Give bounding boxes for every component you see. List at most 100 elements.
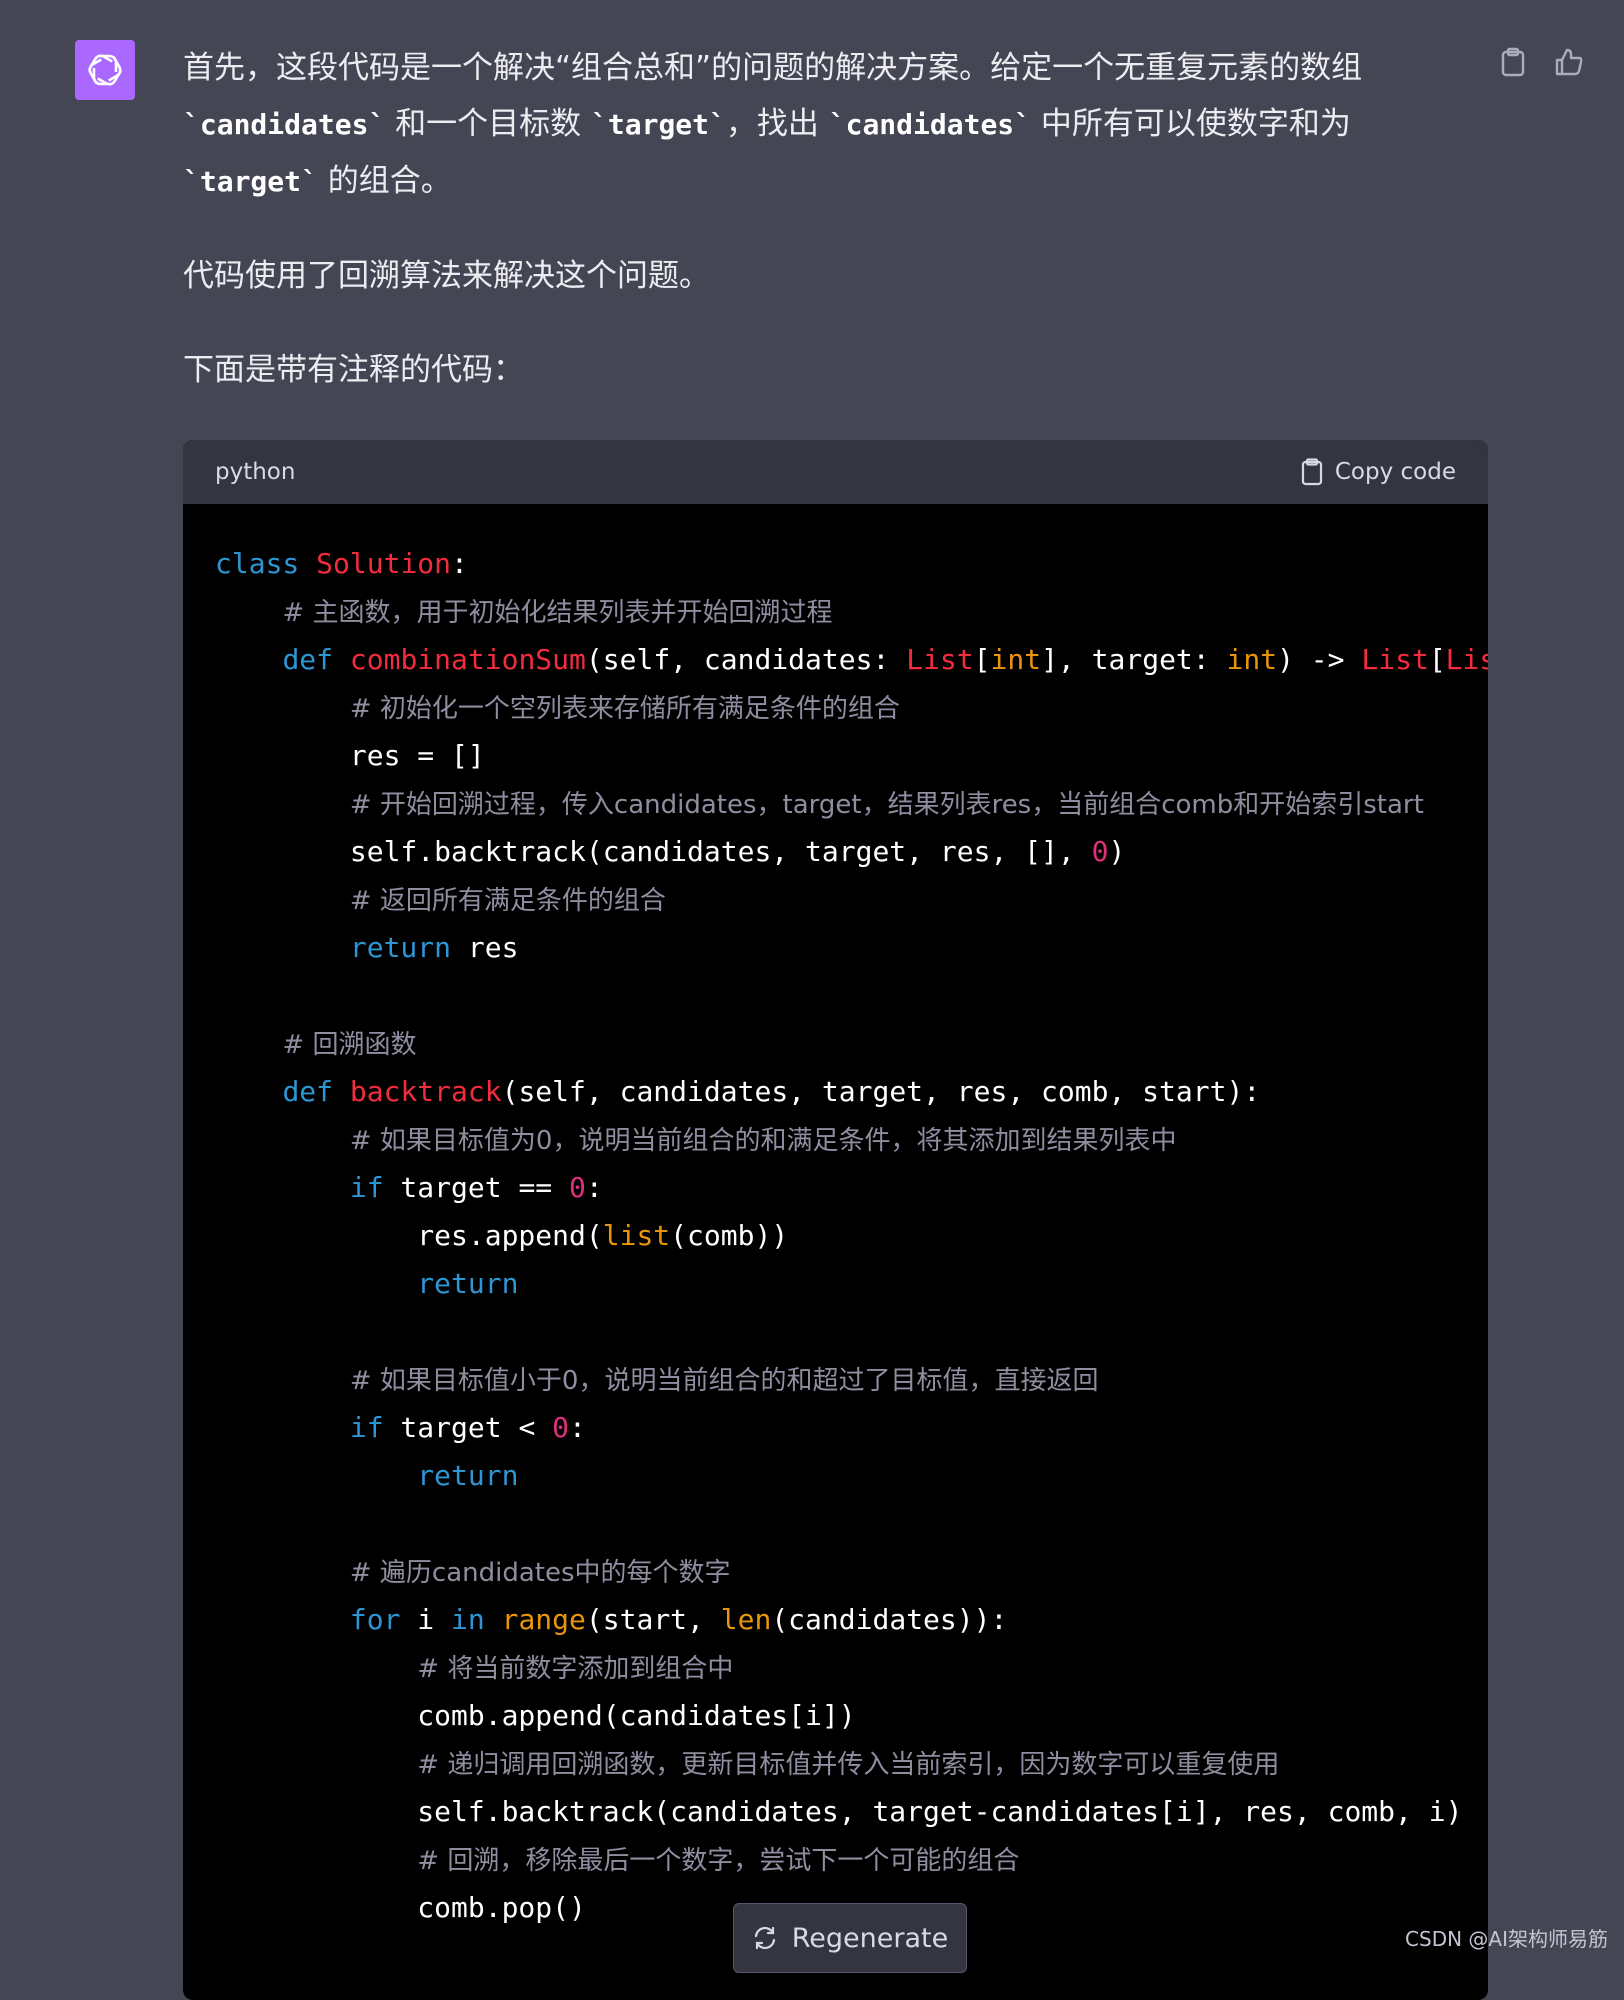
code-token: 0 <box>552 1411 570 1444</box>
code-line: # 将当前数字添加到组合中 <box>215 1644 1488 1692</box>
code-token: def <box>282 1075 334 1108</box>
code-line: for i in range(start, len(candidates)): <box>215 1596 1488 1644</box>
code-token: ], target: <box>1041 643 1227 676</box>
code-token: target < <box>383 1411 553 1444</box>
copy-code-button[interactable]: Copy code <box>1301 458 1456 486</box>
watermark: CSDN @AI架构师易筋 <box>1405 1927 1608 1951</box>
code-token: (self, candidates: <box>585 643 907 676</box>
code-token: # 开始回溯过程，传入candidates，target，结果列表res，当前组… <box>349 790 1424 820</box>
code-token: comb.append(candidates[i]) <box>215 1699 856 1732</box>
assistant-message: 首先，这段代码是一个解决“组合总和”的问题的解决方案。给定一个无重复元素的数组 … <box>183 40 1488 436</box>
code-token: (start, <box>585 1603 721 1636</box>
code-line: # 返回所有满足条件的组合 <box>215 876 1488 924</box>
code-token: List <box>1445 643 1488 676</box>
regenerate-label: Regenerate <box>791 1922 949 1954</box>
code-token: range <box>501 1603 586 1636</box>
code-token: # 如果目标值小于0，说明当前组合的和超过了目标值，直接返回 <box>349 1366 1099 1396</box>
code-block: python Copy code class Solution: # 主函数，用… <box>183 440 1488 2000</box>
code-token: ) <box>1108 835 1126 868</box>
code-token: if <box>349 1171 384 1204</box>
paragraph-text: 中所有可以使数字和为 <box>1031 106 1351 142</box>
message-actions <box>1496 45 1586 79</box>
code-token: self.backtrack(candidates, target, res, … <box>215 835 1092 868</box>
code-token: self.backtrack(candidates, target-candid… <box>215 1795 1463 1828</box>
code-token: List <box>1361 643 1429 676</box>
regenerate-button[interactable]: Regenerate <box>733 1903 967 1973</box>
paragraph-text: 和一个目标数 <box>385 106 592 142</box>
code-token: : <box>585 1171 603 1204</box>
code-line: self.backtrack(candidates, target-candid… <box>215 1788 1488 1836</box>
code-token: len <box>720 1603 772 1636</box>
code-line: return <box>215 1452 1488 1500</box>
code-line: return res <box>215 924 1488 972</box>
code-token: res.append( <box>215 1219 603 1252</box>
message-paragraph: 首先，这段代码是一个解决“组合总和”的问题的解决方案。给定一个无重复元素的数组 … <box>183 40 1488 210</box>
code-token: : <box>569 1411 586 1444</box>
thumbs-up-icon <box>1555 48 1583 76</box>
openai-logo-icon <box>88 54 122 86</box>
code-token: list <box>602 1219 671 1252</box>
code-token: : <box>451 547 468 580</box>
clipboard-icon <box>1501 47 1525 77</box>
code-token: res = [] <box>215 739 485 772</box>
code-token: (comb)) <box>670 1219 789 1252</box>
paragraph-text: ，找出 <box>725 106 829 142</box>
code-token: (candidates)): <box>771 1603 1008 1636</box>
code-token: int <box>990 643 1042 676</box>
code-line: comb.append(candidates[i]) <box>215 1692 1488 1740</box>
paragraph-text: 首先，这段代码是一个解决“组合总和”的问题的解决方案。给定一个无重复元素的数组 <box>183 50 1363 86</box>
message-paragraph: 代码使用了回溯算法来解决这个问题。 <box>183 248 1488 304</box>
code-line: res = [] <box>215 732 1488 780</box>
code-token: 0 <box>569 1171 586 1204</box>
code-token: # 遍历candidates中的每个数字 <box>349 1558 731 1588</box>
code-line: if target == 0: <box>215 1164 1488 1212</box>
code-token: Solution <box>316 547 452 580</box>
copy-message-button[interactable] <box>1496 45 1530 79</box>
code-token: if <box>349 1411 384 1444</box>
code-line: return <box>215 1260 1488 1308</box>
code-token: [ <box>973 643 991 676</box>
code-token: def <box>282 643 334 676</box>
inline-code: `candidates` <box>183 108 386 141</box>
paragraph-text: 的组合。 <box>317 163 452 199</box>
refresh-icon <box>754 1926 775 1950</box>
message-paragraph: 下面是带有注释的代码： <box>183 342 1488 398</box>
code-token: # 回溯函数 <box>282 1030 417 1060</box>
code-line: def combinationSum(self, candidates: Lis… <box>215 636 1488 684</box>
code-line: # 如果目标值小于0，说明当前组合的和超过了目标值，直接返回 <box>215 1356 1488 1404</box>
code-token: for <box>349 1603 401 1636</box>
code-token: # 如果目标值为0，说明当前组合的和满足条件，将其添加到结果列表中 <box>349 1126 1177 1156</box>
code-token: i <box>400 1603 452 1636</box>
code-line: # 递归调用回溯函数，更新目标值并传入当前索引，因为数字可以重复使用 <box>215 1740 1488 1788</box>
inline-code: `target` <box>591 108 726 141</box>
inline-code: `target` <box>183 165 318 198</box>
code-block-header: python Copy code <box>183 440 1488 504</box>
code-token: class <box>215 547 300 580</box>
code-token: # 回溯，移除最后一个数字，尝试下一个可能的组合 <box>417 1846 1020 1876</box>
assistant-avatar <box>75 40 135 100</box>
code-token: # 递归调用回溯函数，更新目标值并传入当前索引，因为数字可以重复使用 <box>417 1750 1280 1780</box>
code-token: return <box>417 1459 519 1492</box>
code-token: # 初始化一个空列表来存储所有满足条件的组合 <box>349 694 900 724</box>
code-line: # 回溯函数 <box>215 1020 1488 1068</box>
thumbs-up-button[interactable] <box>1552 45 1586 79</box>
code-token: # 主函数，用于初始化结果列表并开始回溯过程 <box>282 598 833 628</box>
code-line: self.backtrack(candidates, target, res, … <box>215 828 1488 876</box>
inline-code: `candidates` <box>828 108 1032 141</box>
code-token: (self, candidates, target, res, comb, st… <box>501 1075 1261 1108</box>
